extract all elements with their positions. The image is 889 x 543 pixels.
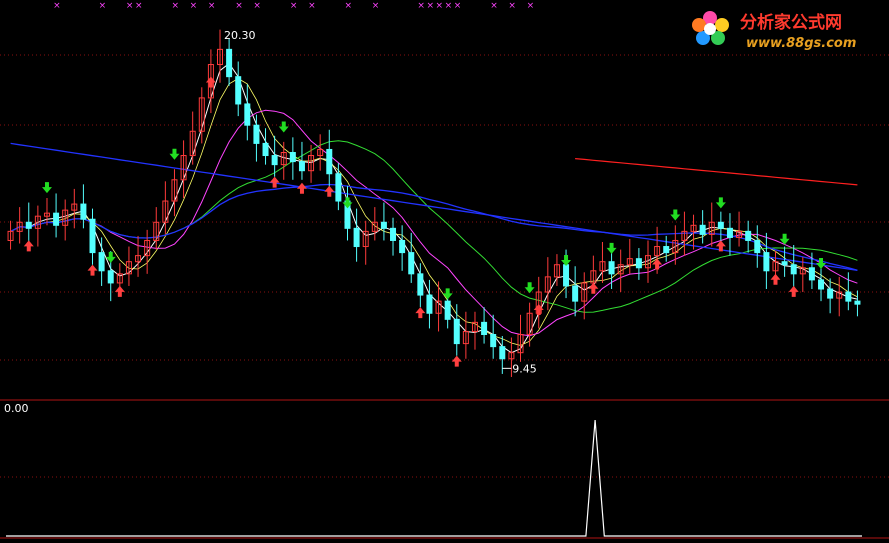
top-marker: × <box>126 1 134 11</box>
candle-body <box>244 103 251 126</box>
candle-body <box>563 264 570 287</box>
candle-body <box>80 203 87 220</box>
top-marker: × <box>308 1 316 11</box>
chart-background <box>0 0 889 543</box>
top-marker: × <box>53 1 61 11</box>
top-marker: × <box>417 1 425 11</box>
candle-body <box>25 221 32 229</box>
candle-body <box>235 76 242 105</box>
candle-body <box>444 300 451 320</box>
top-marker: × <box>171 1 179 11</box>
candle-body <box>298 161 305 172</box>
top-marker: × <box>99 1 107 11</box>
top-marker: × <box>508 1 516 11</box>
high-price-label: 20.30 <box>224 29 256 42</box>
candle-body <box>717 221 724 229</box>
logo-url: www.88gs.com <box>746 36 856 51</box>
low-price-label: 9.45 <box>512 362 537 375</box>
candle-body <box>754 239 761 254</box>
top-marker: × <box>290 1 298 11</box>
candle-body <box>253 124 260 144</box>
candle-body <box>499 346 506 360</box>
candle-body <box>289 152 296 163</box>
top-marker: × <box>372 1 380 11</box>
candle-body <box>481 321 488 336</box>
candle-body <box>726 227 733 238</box>
candle-body <box>408 252 415 275</box>
candle-body <box>226 48 233 78</box>
candle-body <box>271 155 278 166</box>
candle-body <box>453 318 460 345</box>
candle-body <box>262 142 269 157</box>
candle-body <box>353 227 360 248</box>
candle-body <box>390 227 397 241</box>
top-marker: × <box>436 1 444 11</box>
candle-body <box>845 291 852 302</box>
top-marker: × <box>426 1 434 11</box>
candle-body <box>326 148 333 175</box>
candle-body <box>98 252 105 272</box>
candle-body <box>572 285 579 302</box>
candle-body <box>854 300 861 305</box>
top-marker: × <box>253 1 261 11</box>
candle-body <box>89 218 96 254</box>
candle-body <box>781 261 788 266</box>
candle-body <box>635 258 642 269</box>
top-marker: × <box>135 1 143 11</box>
candle-body <box>490 334 497 348</box>
top-marker: × <box>527 1 535 11</box>
top-marker: × <box>454 1 462 11</box>
top-marker: × <box>235 1 243 11</box>
candle-body <box>790 264 797 275</box>
candle-body <box>335 173 342 202</box>
candle-body <box>763 252 770 272</box>
logo-title: 分析家公式网 <box>740 12 842 33</box>
candle-body <box>818 279 825 290</box>
top-marker: × <box>208 1 216 11</box>
stock-chart: × × × × × × × × × × × × × × × × × × × × × 20.30 9.45 0.00 分析… <box>0 0 889 543</box>
candle-body <box>380 221 387 229</box>
candle-body <box>827 288 834 299</box>
candle-body <box>808 267 815 281</box>
candle-body <box>699 224 706 235</box>
candle-body <box>426 294 433 314</box>
candle-body <box>745 230 752 241</box>
top-marker: × <box>490 1 498 11</box>
candle-body <box>53 212 60 226</box>
candle-body <box>608 261 615 275</box>
candle-body <box>107 270 114 284</box>
candle-body <box>663 246 670 254</box>
indicator-value: 0.00 <box>4 402 29 415</box>
candle-body <box>399 239 406 254</box>
top-marker: × <box>344 1 352 11</box>
top-marker: × <box>445 1 453 11</box>
candle-body <box>417 273 424 296</box>
top-marker: × <box>190 1 198 11</box>
